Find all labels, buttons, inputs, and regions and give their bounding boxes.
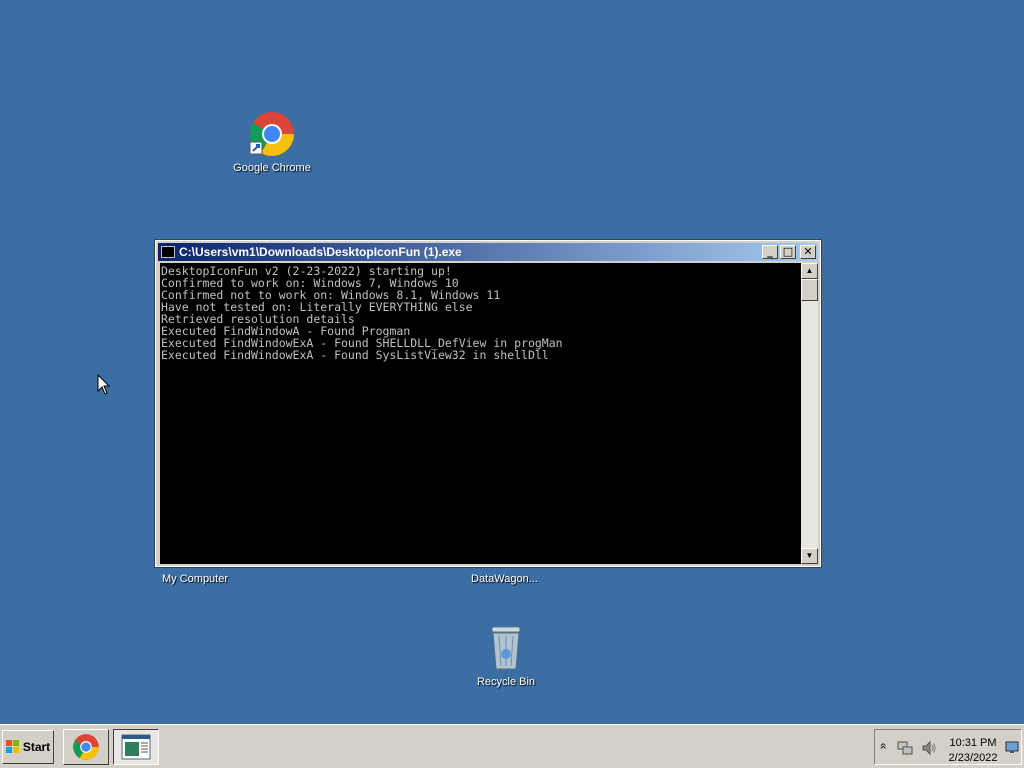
chrome-icon: [73, 734, 99, 760]
desktop-icon-label: Google Chrome: [233, 162, 311, 174]
system-tray: » 10:31 PM 2/23/2022: [874, 729, 1022, 765]
console-titlebar[interactable]: C:\Users\vm1\Downloads\DesktopIconFun (1…: [158, 243, 818, 261]
recycle-bin-icon: [491, 626, 521, 670]
network-icon[interactable]: [897, 740, 913, 756]
console-output[interactable]: DesktopIconFun v2 (2-23-2022) starting u…: [160, 263, 801, 564]
desktop-icon-recycle-bin[interactable]: Recycle Bin: [451, 624, 561, 688]
desktop-icon-my-computer-label[interactable]: My Computer: [162, 573, 228, 585]
scroll-thumb[interactable]: [801, 279, 818, 301]
console-line: Executed FindWindowExA - Found SysListVi…: [161, 348, 549, 362]
console-icon: [121, 734, 151, 760]
start-label: Start: [22, 740, 51, 754]
console-window[interactable]: C:\Users\vm1\Downloads\DesktopIconFun (1…: [154, 239, 822, 568]
taskbar: Start » 10:31 PM 2/23/2022: [0, 724, 1024, 768]
clock-date: 2/23/2022: [948, 752, 998, 764]
vertical-scrollbar[interactable]: ▲ ▼: [801, 263, 818, 564]
taskbar-app-chrome[interactable]: [63, 729, 109, 765]
chrome-icon: [249, 112, 294, 156]
desktop-icon-datawagon-label[interactable]: DataWagon...: [471, 573, 538, 585]
volume-icon[interactable]: [921, 740, 937, 756]
windows-logo-icon: [5, 740, 20, 754]
close-button[interactable]: ✕: [800, 245, 816, 259]
clock[interactable]: 10:31 PM 2/23/2022: [943, 736, 1003, 766]
tray-expand-icon[interactable]: »: [875, 743, 889, 750]
scroll-up-button[interactable]: ▲: [801, 263, 818, 279]
taskbar-app-console[interactable]: [113, 729, 159, 765]
mouse-cursor-icon: [97, 374, 111, 395]
show-desktop-icon[interactable]: [1005, 740, 1019, 754]
maximize-button[interactable]: □: [780, 245, 796, 259]
console-app-icon: [161, 246, 175, 258]
scroll-down-button[interactable]: ▼: [801, 548, 818, 564]
start-button[interactable]: Start: [2, 730, 54, 764]
desktop-icon-google-chrome[interactable]: Google Chrome: [217, 110, 327, 174]
desktop-icon-label: Recycle Bin: [476, 676, 536, 688]
minimize-button[interactable]: _: [762, 245, 778, 259]
clock-time: 10:31 PM: [949, 737, 997, 749]
console-title: C:\Users\vm1\Downloads\DesktopIconFun (1…: [179, 245, 462, 259]
